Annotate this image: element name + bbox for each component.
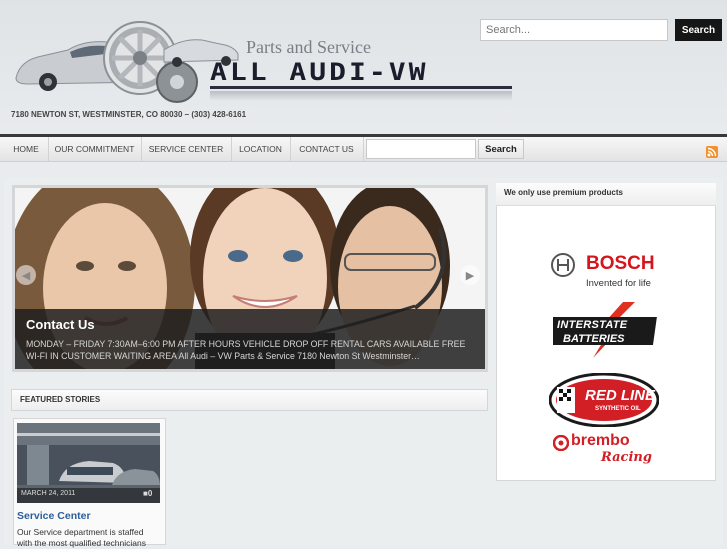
sidebar-title: We only use premium products — [504, 188, 623, 197]
nav-item-location[interactable]: LOCATION — [231, 137, 291, 162]
comment-count-value: 0 — [147, 489, 153, 498]
redline-oil-logo: RED LINE SYNTHETIC OIL — [549, 373, 659, 427]
slider-caption-title[interactable]: Contact Us — [26, 317, 95, 332]
nav-item-our-commitment[interactable]: OUR COMMITMENT — [48, 137, 142, 162]
bosch-slogan: Invented for life — [586, 278, 651, 289]
story-comment-count[interactable]: ■0 — [143, 489, 152, 498]
story-title-link[interactable]: Service Center — [17, 510, 91, 522]
nav-search-input[interactable] — [366, 139, 476, 159]
chevron-left-icon[interactable]: ◀ — [16, 265, 36, 285]
brand-reflection — [210, 91, 512, 101]
interstate-brand-sub: BATTERIES — [563, 333, 625, 345]
site-tagline: Parts and Service — [246, 37, 371, 57]
featured-stories-bar: FEATURED STORIES — [11, 389, 488, 411]
interstate-brand-name: INTERSTATE — [557, 319, 628, 331]
story-date: MARCH 24, 2011 — [21, 490, 76, 497]
bosch-logo: BOSCH Invented for life — [550, 252, 662, 292]
brand-underline — [210, 86, 512, 89]
header-search-button[interactable]: Search — [675, 19, 722, 41]
slider-caption-text: MONDAY – FRIDAY 7:30AM–6:00 PM AFTER HOU… — [26, 339, 466, 361]
nav-item-service-center[interactable]: SERVICE CENTER — [141, 137, 232, 162]
chevron-right-icon[interactable]: ▶ — [460, 265, 480, 285]
bosch-brand-name: BOSCH — [586, 253, 655, 274]
rss-icon[interactable] — [706, 146, 718, 158]
redline-brand-sub: SYNTHETIC OIL — [595, 406, 641, 412]
brembo-b-icon — [553, 435, 569, 451]
bosch-armature-icon — [551, 253, 575, 277]
main-navigation: HOME OUR COMMITMENT SERVICE CENTER LOCAT… — [0, 134, 727, 162]
site-address: 7180 NEWTON ST, WESTMINSTER, CO 80030 – … — [11, 110, 247, 119]
logo-cars-wheel-image — [15, 21, 239, 103]
interstate-batteries-logo: INTERSTATE BATTERIES — [553, 302, 659, 358]
featured-stories-heading: FEATURED STORIES — [20, 395, 101, 404]
brembo-racing-logo: brembo Racing — [553, 432, 663, 472]
header-search-input[interactable] — [480, 19, 668, 41]
story-excerpt: Our Service department is staffed with t… — [17, 527, 146, 548]
redline-brand-name: RED LINE — [585, 387, 656, 404]
brembo-brand-sub: Racing — [601, 450, 652, 465]
brembo-brand-name: brembo — [571, 432, 630, 449]
site-brand-logo[interactable]: ALL AUDI-VW — [210, 58, 428, 86]
nav-item-home[interactable]: HOME — [4, 137, 49, 162]
nav-search-button[interactable]: Search — [478, 139, 524, 159]
nav-item-contact-us[interactable]: CONTACT US — [290, 137, 364, 162]
